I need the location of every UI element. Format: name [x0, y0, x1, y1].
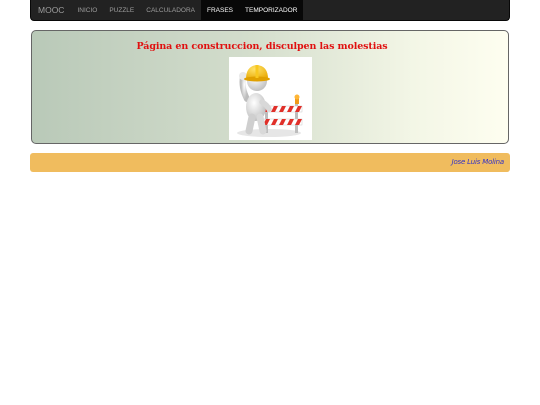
- nav-item-inicio[interactable]: INICIO: [71, 0, 103, 20]
- footer-bar: Jose Luis Molina: [30, 153, 510, 172]
- construction-worker-icon: [229, 57, 312, 140]
- nav-item-calculadora[interactable]: CALCULADORA: [140, 0, 201, 20]
- nav-item-temporizador[interactable]: TEMPORIZADOR: [239, 0, 304, 20]
- brand-link[interactable]: MOOC: [31, 0, 71, 20]
- author-name: Jose Luis Molina: [451, 158, 505, 166]
- nav-item-frases[interactable]: FRASES: [201, 0, 240, 20]
- construction-title: Página en construccion, disculpen las mo…: [32, 41, 510, 52]
- top-navbar: MOOC INICIO PUZZLE CALCULADORA FRASES TE…: [30, 0, 510, 21]
- construction-title-text: Página en construccion, disculpen las mo…: [136, 41, 388, 52]
- construction-panel: Página en construccion, disculpen las mo…: [31, 30, 509, 144]
- nav-item-puzzle[interactable]: PUZZLE: [103, 0, 140, 20]
